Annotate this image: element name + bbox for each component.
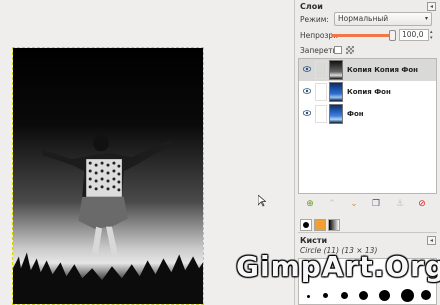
- dropdown-arrow-icon: ▾: [424, 15, 428, 22]
- brush-item[interactable]: [421, 290, 431, 300]
- brush-item[interactable]: [341, 292, 348, 299]
- tab-brushes-icon[interactable]: [300, 219, 312, 231]
- eye-icon[interactable]: [303, 88, 311, 94]
- layer-actions: ⊕ ⌃ ⌄ ❐ ⚓ ⊘: [298, 196, 437, 212]
- layer-thumbnail: [329, 82, 343, 102]
- panel-menu-icon[interactable]: ◂: [427, 2, 436, 11]
- brush-item[interactable]: [323, 293, 328, 298]
- eye-icon[interactable]: [303, 66, 311, 72]
- link-toggle[interactable]: [315, 83, 327, 101]
- lower-layer-icon[interactable]: ⌄: [348, 198, 360, 210]
- new-layer-icon[interactable]: ⊕: [304, 198, 316, 210]
- link-toggle[interactable]: [315, 61, 327, 79]
- layer-thumbnail: [329, 104, 343, 124]
- brush-item[interactable]: [401, 289, 414, 302]
- layers-list[interactable]: Копия Копия Фон Копия Фон Фон: [298, 58, 437, 194]
- link-toggle[interactable]: [315, 105, 327, 123]
- panel-menu-icon[interactable]: ◂: [427, 236, 436, 245]
- layer-row[interactable]: Фон: [299, 103, 436, 125]
- dock-tabs: [298, 218, 437, 233]
- photo-girl-jumping: [13, 48, 203, 304]
- opacity-slider-fill: [331, 34, 393, 37]
- brush-item[interactable]: [307, 295, 310, 298]
- mode-label: Режим:: [300, 15, 329, 24]
- layer-name: Фон: [347, 110, 364, 118]
- mode-select[interactable]: Нормальный ▾: [334, 12, 432, 26]
- brush-item[interactable]: [359, 291, 368, 300]
- duplicate-layer-icon[interactable]: ❐: [370, 198, 382, 210]
- brush-item[interactable]: [379, 290, 390, 301]
- delete-layer-icon[interactable]: ⊘: [416, 198, 428, 210]
- tab-patterns-icon[interactable]: [314, 219, 326, 231]
- layer-name: Копия Фон: [347, 88, 391, 96]
- layer-thumbnail: [329, 60, 343, 80]
- opacity-slider[interactable]: [331, 30, 396, 41]
- opacity-slider-handle[interactable]: [389, 30, 396, 41]
- layer-name: Копия Копия Фон: [347, 66, 418, 74]
- opacity-input[interactable]: 100,0: [399, 29, 429, 41]
- eye-icon[interactable]: [303, 110, 311, 116]
- watermark-text: GimpArt.Org: [236, 250, 440, 283]
- mode-value: Нормальный: [338, 14, 389, 23]
- layers-panel-title: Слои: [300, 2, 323, 11]
- layer-row[interactable]: Копия Копия Фон: [299, 59, 436, 81]
- raise-layer-icon[interactable]: ⌃: [326, 198, 338, 210]
- brushes-panel-title: Кисти: [300, 236, 328, 245]
- mouse-pointer-icon: [258, 195, 266, 207]
- layer-row[interactable]: Копия Фон: [299, 81, 436, 103]
- lock-alpha-icon[interactable]: [346, 46, 354, 54]
- photo-silhouette: [13, 135, 203, 304]
- opacity-spin-buttons[interactable]: ▴ ▾: [430, 29, 436, 41]
- tab-gradients-icon[interactable]: [328, 219, 340, 231]
- anchor-layer-icon[interactable]: ⚓: [394, 198, 406, 210]
- image-canvas[interactable]: [12, 47, 204, 305]
- lock-pixels-checkbox[interactable]: [334, 46, 342, 54]
